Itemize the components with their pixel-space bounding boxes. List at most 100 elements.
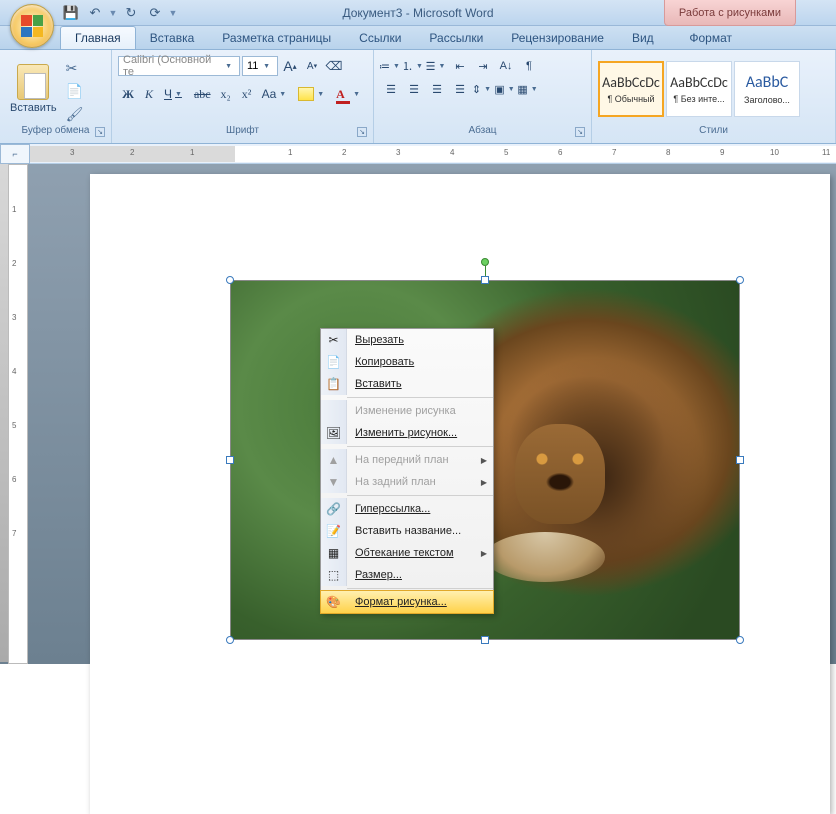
chevron-right-icon: ▶ [481,478,493,487]
ctx-cut[interactable]: ✂Вырезать [321,329,493,351]
redo-icon[interactable]: ↻ [120,3,142,23]
resize-handle-r[interactable] [736,456,744,464]
style-normal[interactable]: AaBbCcDc ¶ Обычный [598,61,664,117]
group-label-clipboard: Буфер обмена↘ [4,125,107,141]
undo-icon[interactable]: ↶ [84,3,106,23]
paste-icon[interactable] [17,64,49,100]
highlight-button[interactable]: ▼ [294,83,331,105]
size-icon: ⬚ [321,564,347,586]
refresh-icon[interactable]: ⟳ [144,3,166,23]
align-left-icon[interactable]: ☰ [380,79,402,99]
chevron-right-icon: ▶ [481,549,493,558]
multilevel-icon[interactable]: ☰▼ [426,56,448,76]
tab-page-layout[interactable]: Разметка страницы [208,27,345,49]
rotation-stem [485,266,486,276]
ctx-format-picture[interactable]: 🎨Формат рисунка... [320,590,494,614]
resize-handle-tl[interactable] [226,276,234,284]
ctx-send-back: ▼На задний план▶ [321,471,493,493]
ctx-hyperlink[interactable]: 🔗Гиперссылка... [321,498,493,520]
resize-handle-t[interactable] [481,276,489,284]
line-spacing-icon[interactable]: ⇕▼ [472,79,494,99]
grow-font-icon[interactable]: A▴ [280,56,300,76]
align-right-icon[interactable]: ☰ [426,79,448,99]
shrink-font-icon[interactable]: A▾ [302,56,322,76]
underline-button[interactable]: Ч▼ [160,83,189,105]
font-name-combo[interactable]: Calibri (Основной те▼ [118,56,240,76]
scissors-icon: ✂ [321,329,347,351]
resize-handle-tr[interactable] [736,276,744,284]
tab-view[interactable]: Вид [618,27,668,49]
send-back-icon: ▼ [321,471,347,493]
bullets-icon[interactable]: ≔▼ [380,56,402,76]
tab-review[interactable]: Рецензирование [497,27,618,49]
italic-button[interactable]: К [139,83,159,105]
save-icon[interactable]: 💾 [60,3,82,23]
rotation-handle[interactable] [481,258,489,266]
style-heading1[interactable]: AaBbC Заголово... [734,61,800,117]
blank-icon [321,400,347,422]
quick-access-toolbar: 💾 ↶ ▼ ↻ ⟳ ▼ [60,0,178,25]
strike-button[interactable]: abc [190,83,215,105]
ctx-paste[interactable]: 📋Вставить [321,373,493,395]
copy-icon: 📄 [321,351,347,373]
window-title: Документ3 - Microsoft Word [342,6,493,20]
chevron-right-icon: ▶ [481,456,493,465]
decrease-indent-icon[interactable]: ⇤ [449,56,471,76]
copy-icon[interactable]: 📄 [66,83,84,100]
ctx-copy[interactable]: 📄Копировать [321,351,493,373]
change-picture-icon: 🖼 [321,422,347,444]
tab-home[interactable]: Главная [60,26,136,49]
numbering-icon[interactable]: ⒈▼ [403,56,425,76]
resize-handle-b[interactable] [481,636,489,644]
increase-indent-icon[interactable]: ⇥ [472,56,494,76]
clear-formatting-icon[interactable]: ⌫ [324,56,344,76]
hyperlink-icon: 🔗 [321,498,347,520]
font-color-button[interactable]: A▼ [332,83,367,105]
cut-icon[interactable]: ✂ [66,60,84,77]
contextual-tab-picture-tools[interactable]: Работа с рисунками [664,0,796,26]
font-launcher-icon[interactable]: ↘ [357,127,367,137]
picture-context-menu: ✂Вырезать 📄Копировать 📋Вставить Изменени… [320,328,494,614]
bold-button[interactable]: Ж [118,83,138,105]
office-button[interactable] [10,4,54,48]
font-size-combo[interactable]: 11▼ [242,56,278,76]
group-label-font: Шрифт↘ [116,125,369,141]
tab-selector[interactable]: ⌐ [0,144,30,164]
superscript-button[interactable]: x² [237,83,257,105]
qat-more-icon[interactable]: ▼ [168,3,178,23]
change-case-button[interactable]: Aa▼ [258,83,294,105]
show-marks-icon[interactable]: ¶ [518,56,540,76]
style-no-spacing[interactable]: AaBbCcDc ¶ Без инте... [666,61,732,117]
qat-dropdown-icon[interactable]: ▼ [108,3,118,23]
ctx-change-picture[interactable]: 🖼Изменить рисунок... [321,422,493,444]
borders-icon[interactable]: ▦▼ [518,79,540,99]
tab-references[interactable]: Ссылки [345,27,415,49]
horizontal-ruler[interactable]: 321 1234567891011 [30,146,836,162]
resize-handle-br[interactable] [736,636,744,644]
justify-icon[interactable]: ☰ [449,79,471,99]
subscript-button[interactable]: x₂ [216,83,236,105]
align-center-icon[interactable]: ☰ [403,79,425,99]
paste-button-label[interactable]: Вставить [10,102,57,114]
ctx-text-wrap[interactable]: ▦Обтекание текстом▶ [321,542,493,564]
group-clipboard: Вставить ✂ 📄 🖌 Буфер обмена↘ [0,50,112,143]
tab-mailings[interactable]: Рассылки [415,27,497,49]
tab-insert[interactable]: Вставка [136,27,209,49]
ctx-insert-caption[interactable]: 📝Вставить название... [321,520,493,542]
vertical-ruler[interactable]: 1234567 [8,164,28,664]
ctx-separator [347,588,493,589]
shading-icon[interactable]: ▣▼ [495,79,517,99]
sort-icon[interactable]: A↓ [495,56,517,76]
left-strip [0,164,8,662]
paragraph-launcher-icon[interactable]: ↘ [575,127,585,137]
clipboard-launcher-icon[interactable]: ↘ [95,127,105,137]
ctx-size[interactable]: ⬚Размер... [321,564,493,586]
resize-handle-l[interactable] [226,456,234,464]
title-bar: 💾 ↶ ▼ ↻ ⟳ ▼ Документ3 - Microsoft Word Р… [0,0,836,26]
tab-format[interactable]: Формат [675,27,746,49]
resize-handle-bl[interactable] [226,636,234,644]
format-painter-icon[interactable]: 🖌 [66,106,84,123]
group-label-styles: Стили [596,125,831,141]
ctx-separator [347,495,493,496]
group-label-paragraph: Абзац↘ [378,125,587,141]
